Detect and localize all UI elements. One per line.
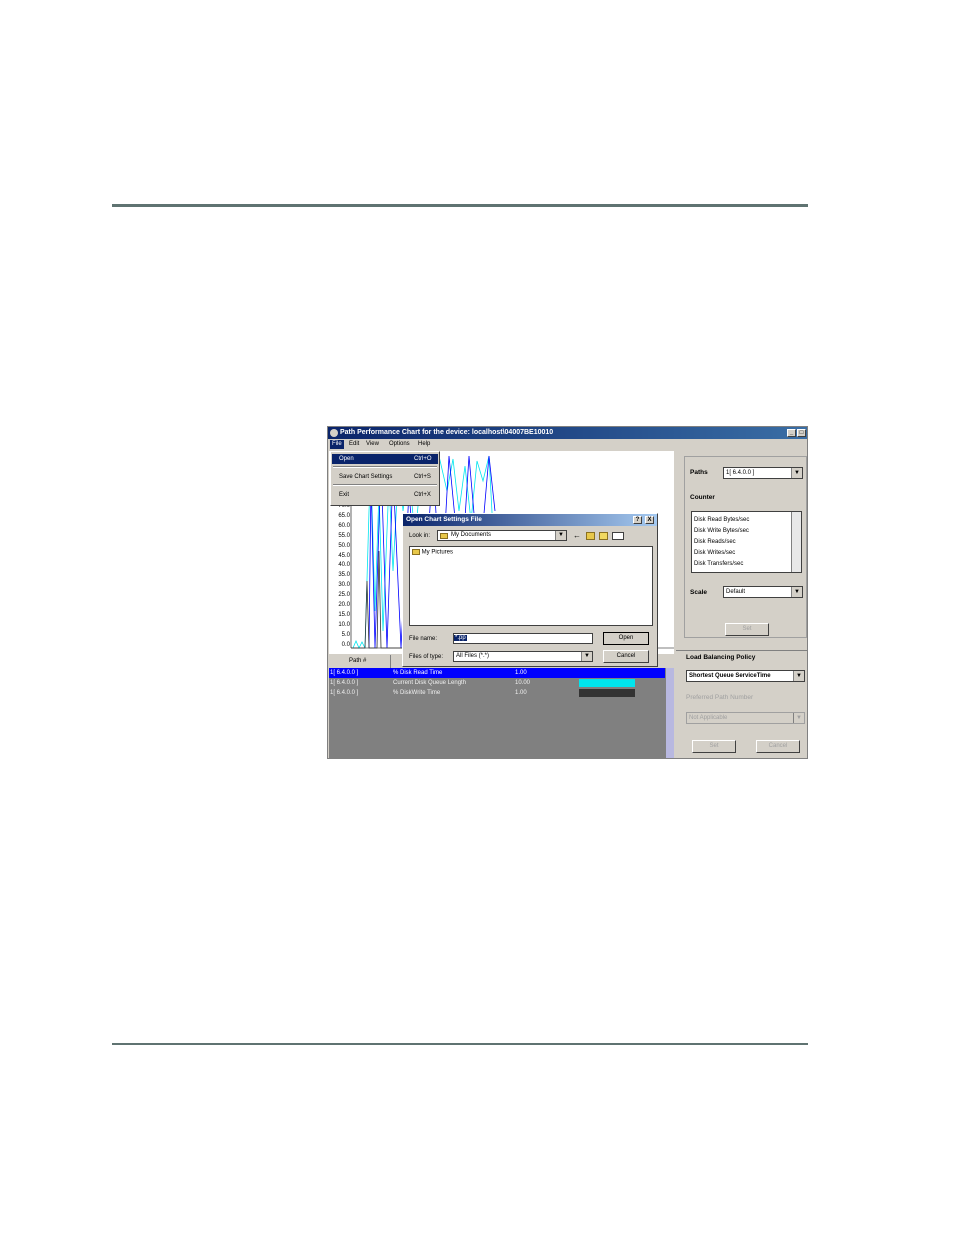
y-tick-label: 45.0: [338, 552, 350, 559]
y-tick-label: 30.0: [338, 582, 350, 589]
app-icon: [330, 429, 338, 437]
paths-combo[interactable]: 1[ 6.4.0.0 ] ▼: [723, 467, 803, 479]
divider: [676, 650, 807, 651]
list-item[interactable]: Disk Reads/sec: [694, 539, 736, 545]
window-title: Path Performance Chart for the device: l…: [340, 429, 554, 436]
chevron-down-icon: ▼: [791, 468, 802, 478]
menu-separator: [333, 484, 437, 486]
chevron-down-icon: ▼: [555, 531, 566, 540]
set-button[interactable]: Set: [725, 623, 769, 636]
y-tick-label: 20.0: [338, 602, 350, 608]
file-name-input[interactable]: *.pp: [453, 633, 593, 644]
paths-label: Paths: [690, 469, 708, 476]
file-name-label: File name:: [409, 636, 438, 642]
menu-bar: File Edit View Options Help: [328, 439, 807, 450]
header-rule: [112, 204, 808, 207]
folder-icon: [412, 549, 420, 555]
counter-list-scrollbar[interactable]: [791, 512, 801, 572]
color-swatch: [579, 679, 635, 687]
y-tick-label: 55.0: [338, 532, 350, 539]
chevron-down-icon: ▼: [793, 713, 804, 723]
menu-item-save-chart-settings[interactable]: Save Chart Settings Ctrl+S: [332, 472, 438, 482]
menu-options[interactable]: Options: [389, 441, 410, 447]
footer-rule: [112, 1043, 808, 1045]
list-item[interactable]: Disk Read Bytes/sec: [694, 517, 749, 523]
look-in-combo[interactable]: My Documents ▼: [437, 530, 567, 541]
chevron-down-icon: ▼: [791, 587, 802, 597]
preferred-path-label: Preferred Path Number: [686, 694, 754, 701]
scale-combo[interactable]: Default ▼: [723, 586, 803, 598]
y-tick-label: 25.0: [338, 592, 350, 599]
column-header-path[interactable]: Path #: [349, 658, 366, 664]
menu-file[interactable]: File: [330, 440, 344, 449]
chevron-down-icon: ▼: [581, 652, 592, 661]
menu-edit[interactable]: Edit: [349, 441, 359, 447]
color-swatch: [579, 689, 635, 697]
y-tick-label: 10.0: [338, 621, 350, 628]
preferred-path-combo[interactable]: Not Applicable ▼: [686, 712, 805, 724]
table-row[interactable]: 1[ 6.4.0.0 ] Current Disk Queue Length 1…: [329, 678, 665, 688]
help-button[interactable]: ?: [633, 516, 642, 524]
menu-item-open[interactable]: Open Ctrl+O: [332, 454, 438, 464]
look-in-label: Look in:: [409, 533, 431, 539]
list-item[interactable]: Disk Writes/sec: [694, 550, 735, 556]
table-row[interactable]: 1[ 6.4.0.0 ] % Disk Read Time 1.00: [329, 668, 665, 678]
menu-help[interactable]: Help: [418, 441, 430, 447]
load-balancing-combo[interactable]: Shortest Queue ServiceTime ▼: [686, 670, 805, 682]
settings-panel: Paths 1[ 6.4.0.0 ] ▼ Counter Disk Read B…: [676, 451, 807, 758]
y-tick-label: 60.0: [338, 522, 350, 529]
counter-list[interactable]: Disk Read Bytes/sec Disk Write Bytes/sec…: [691, 511, 802, 573]
counter-table: Path # 1[ 6.4.0.0 ] % Disk Read Time 1.0…: [329, 655, 674, 758]
scale-label: Scale: [690, 589, 707, 596]
column-divider: [390, 655, 391, 668]
color-swatch: [579, 669, 635, 677]
y-tick-label: 40.0: [338, 562, 350, 569]
app-window: Path Performance Chart for the device: l…: [327, 426, 808, 759]
y-tick-label: 0.0: [341, 641, 350, 648]
dialog-titlebar: Open Chart Settings File ? X: [403, 514, 657, 526]
file-type-combo[interactable]: All Files (*.*) ▼: [453, 651, 593, 662]
folder-icon: [440, 533, 448, 539]
table-scrollbar[interactable]: [666, 668, 674, 758]
dialog-title: Open Chart Settings File: [406, 516, 482, 523]
menu-item-exit[interactable]: Exit Ctrl+X: [332, 490, 438, 500]
open-chart-settings-dialog: Open Chart Settings File ? X Look in: My…: [402, 513, 658, 667]
maximize-button[interactable]: □: [797, 429, 806, 437]
menu-separator: [333, 466, 437, 468]
view-menu-icon[interactable]: [612, 532, 624, 540]
cancel-button[interactable]: Cancel: [603, 650, 649, 663]
new-folder-icon[interactable]: [599, 532, 608, 540]
minimize-button[interactable]: _: [787, 429, 796, 437]
open-button[interactable]: Open: [603, 632, 649, 645]
cancel-policy-button[interactable]: Cancel: [756, 740, 800, 753]
back-arrow-icon[interactable]: ←: [573, 532, 582, 540]
counter-settings-group: Paths 1[ 6.4.0.0 ] ▼ Counter Disk Read B…: [684, 456, 807, 638]
file-type-label: Files of type:: [409, 654, 444, 660]
window-titlebar: Path Performance Chart for the device: l…: [328, 427, 807, 439]
table-row[interactable]: 1[ 6.4.0.0 ] % DiskWrite Time 1.00: [329, 688, 665, 698]
counter-label: Counter: [690, 494, 715, 501]
y-tick-label: 65.0: [338, 512, 350, 519]
set-policy-button[interactable]: Set: [692, 740, 736, 753]
y-tick-label: 50.0: [338, 542, 350, 549]
up-folder-icon[interactable]: [586, 532, 595, 540]
file-list[interactable]: My Pictures: [409, 546, 653, 626]
list-item[interactable]: Disk Write Bytes/sec: [694, 528, 749, 534]
y-tick-label: 35.0: [338, 572, 350, 579]
menu-view[interactable]: View: [366, 441, 379, 447]
list-item[interactable]: Disk Transfers/sec: [694, 561, 743, 567]
load-balancing-label: Load Balancing Policy: [686, 654, 756, 661]
y-tick-label: 15.0: [338, 611, 350, 618]
list-item[interactable]: My Pictures: [412, 549, 453, 556]
y-tick-label: 5.0: [341, 631, 350, 638]
dialog-close-button[interactable]: X: [645, 516, 654, 524]
file-menu-dropdown: Open Ctrl+O Save Chart Settings Ctrl+S E…: [330, 451, 440, 506]
chevron-down-icon: ▼: [793, 671, 804, 681]
